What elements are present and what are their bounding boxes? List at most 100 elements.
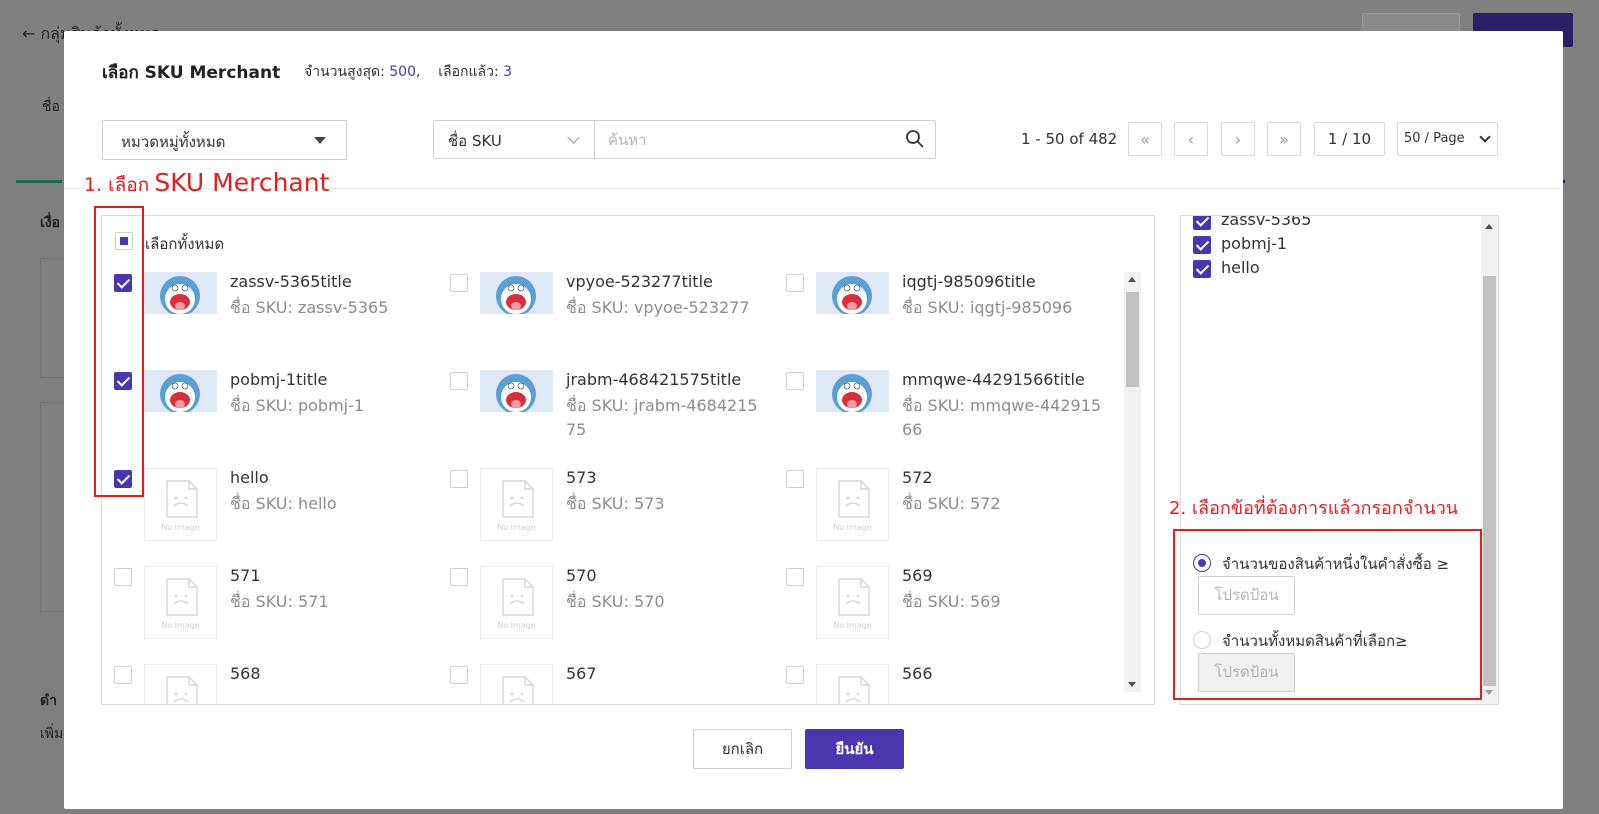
chevron-down-icon [1479,131,1491,143]
sku-item-title: 571 [230,566,261,585]
next-page-button[interactable]: › [1221,122,1255,156]
sku-item[interactable]: mmqwe-44291566title ชื่อ SKU: mmqwe-44291… [774,370,1104,466]
sku-item[interactable]: pobmj-1title ชื่อ SKU: pobmj-1 [102,370,432,466]
sku-item[interactable]: vpyoe-523277title ชื่อ SKU: vpyoe-523277 [438,272,768,368]
search-icon[interactable] [905,129,925,153]
product-image [816,370,889,412]
selected-label: เลือกแล้ว: [438,64,499,80]
sku-item-checkbox[interactable] [786,568,804,586]
search-input[interactable] [596,121,886,158]
chevron-down-icon [567,131,580,144]
category-select[interactable]: หมวดหมู่ทั้งหมด [102,120,347,160]
modal-stats: จำนวนสูงสุด: 500, เลือกแล้ว: 3 [304,64,513,80]
sku-item-checkbox[interactable] [450,470,468,488]
sku-item[interactable]: iqgtj-985096title ชื่อ SKU: iqgtj-985096 [774,272,1104,368]
sku-item-code: ชื่อ SKU: hello [230,494,337,513]
no-image-placeholder: No Image [480,664,553,704]
selected-item-checkbox[interactable] [1193,235,1211,254]
sku-item-checkbox[interactable] [114,568,132,586]
sku-list-panel: เลือกทั้งหมด zassv-5365title ชื่อ SKU: za… [101,215,1155,705]
sku-item-checkbox[interactable] [450,372,468,390]
last-page-button[interactable]: » [1267,122,1301,156]
sku-item-checkbox[interactable] [450,568,468,586]
scroll-up-arrow[interactable] [1128,277,1136,282]
selected-item-checkbox[interactable] [1193,216,1211,230]
sku-item[interactable]: No Image 566 [774,664,1104,704]
sku-item-title: 566 [902,664,933,683]
no-image-placeholder: No Image [480,566,553,639]
product-image [144,272,217,314]
sku-item-title: jrabm-468421575title [566,370,742,389]
background-label: ชื่อ [42,99,60,115]
confirm-button[interactable]: ยืนยัน [805,729,904,769]
svg-text:No Image: No Image [833,523,872,532]
sku-item-title: iqgtj-985096title [902,272,1036,291]
sku-item[interactable]: No Image 570 ชื่อ SKU: 570 [438,566,768,662]
sku-item-checkbox[interactable] [114,666,132,684]
sku-item[interactable]: zassv-5365title ชื่อ SKU: zassv-5365 [102,272,432,368]
sku-item[interactable]: No Image 572 ชื่อ SKU: 572 [774,468,1104,564]
product-image [816,272,889,314]
sku-item[interactable]: No Image 571 ชื่อ SKU: 571 [102,566,432,662]
sku-item[interactable]: No Image 568 [102,664,432,704]
selected-item: hello [1193,258,1260,278]
sku-item[interactable]: No Image 567 [438,664,768,704]
sku-item-title: 567 [566,664,597,683]
sku-item-code: ชื่อ SKU: 573 [566,494,665,513]
selected-value: 3 [503,64,513,80]
select-all-label: เลือกทั้งหมด [145,235,225,253]
no-image-placeholder: No Image [480,468,553,541]
sku-item[interactable]: No Image 573 ชื่อ SKU: 573 [438,468,768,564]
sku-item-code: ชื่อ SKU: jrabm-468421575 [566,396,758,439]
max-value: 500 [389,64,416,80]
sku-item-title: 569 [902,566,933,585]
sku-item-checkbox[interactable] [786,666,804,684]
product-image [144,370,217,412]
list-scroll-thumb[interactable] [1126,292,1139,387]
prev-page-button[interactable]: ‹ [1174,122,1208,156]
svg-text:No Image: No Image [161,523,200,532]
product-image [480,272,553,314]
background-section: เพิ่ม [40,726,64,742]
first-page-button[interactable]: « [1128,122,1162,156]
scroll-down-arrow[interactable] [1128,682,1136,687]
sku-item[interactable]: No Image 569 ชื่อ SKU: 569 [774,566,1104,662]
sku-item-code: ชื่อ SKU: 570 [566,592,665,611]
sku-item-checkbox[interactable] [786,470,804,488]
selected-item-checkbox[interactable] [1193,259,1211,278]
background-tab-line [16,180,62,183]
sku-item-checkbox[interactable] [450,274,468,292]
cancel-button[interactable]: ยกเลิก [693,729,792,769]
search-field-value: ชื่อ SKU [448,132,502,150]
svg-text:No Image: No Image [497,621,536,630]
background-section: ดำ [40,693,57,709]
category-value: หมวดหมู่ทั้งหมด [121,133,226,151]
step2-annotation: 2. เลือกข้อที่ต้องการแล้วกรอกจำนวน [1169,498,1459,519]
search-field-select[interactable]: ชื่อ SKU [434,121,595,158]
list-scrollbar[interactable] [1124,272,1141,692]
max-label: จำนวนสูงสุด: [304,64,385,80]
no-image-placeholder: No Image [816,566,889,639]
sku-item-code: ชื่อ SKU: mmqwe-44291566 [902,396,1102,439]
sku-item-checkbox[interactable] [786,274,804,292]
no-image-placeholder: No Image [816,664,889,704]
step1-suffix: SKU Merchant [154,168,330,197]
caret-down-icon [314,137,326,144]
svg-text:No Image: No Image [833,621,872,630]
page-size-select[interactable]: 50 / Page [1397,122,1498,156]
no-image-placeholder: No Image [144,664,217,704]
sku-item-checkbox[interactable] [786,372,804,390]
current-page-input[interactable]: 1 / 10 [1314,122,1385,156]
scroll-up-arrow[interactable] [1485,224,1493,229]
selected-scroll-thumb[interactable] [1483,276,1496,686]
sku-item[interactable]: No Image hello ชื่อ SKU: hello [102,468,432,564]
page-size-value: 50 / Page [1404,131,1465,146]
sku-item-title: 568 [230,664,261,683]
sku-item-title: pobmj-1title [230,370,328,389]
sku-item[interactable]: jrabm-468421575title ชื่อ SKU: jrabm-4684… [438,370,768,466]
selected-scrollbar[interactable] [1481,216,1498,704]
step1-prefix: 1. เลือก [84,174,150,196]
scroll-down-arrow[interactable] [1485,690,1493,695]
sku-item-checkbox[interactable] [450,666,468,684]
sku-item-title: 570 [566,566,597,585]
